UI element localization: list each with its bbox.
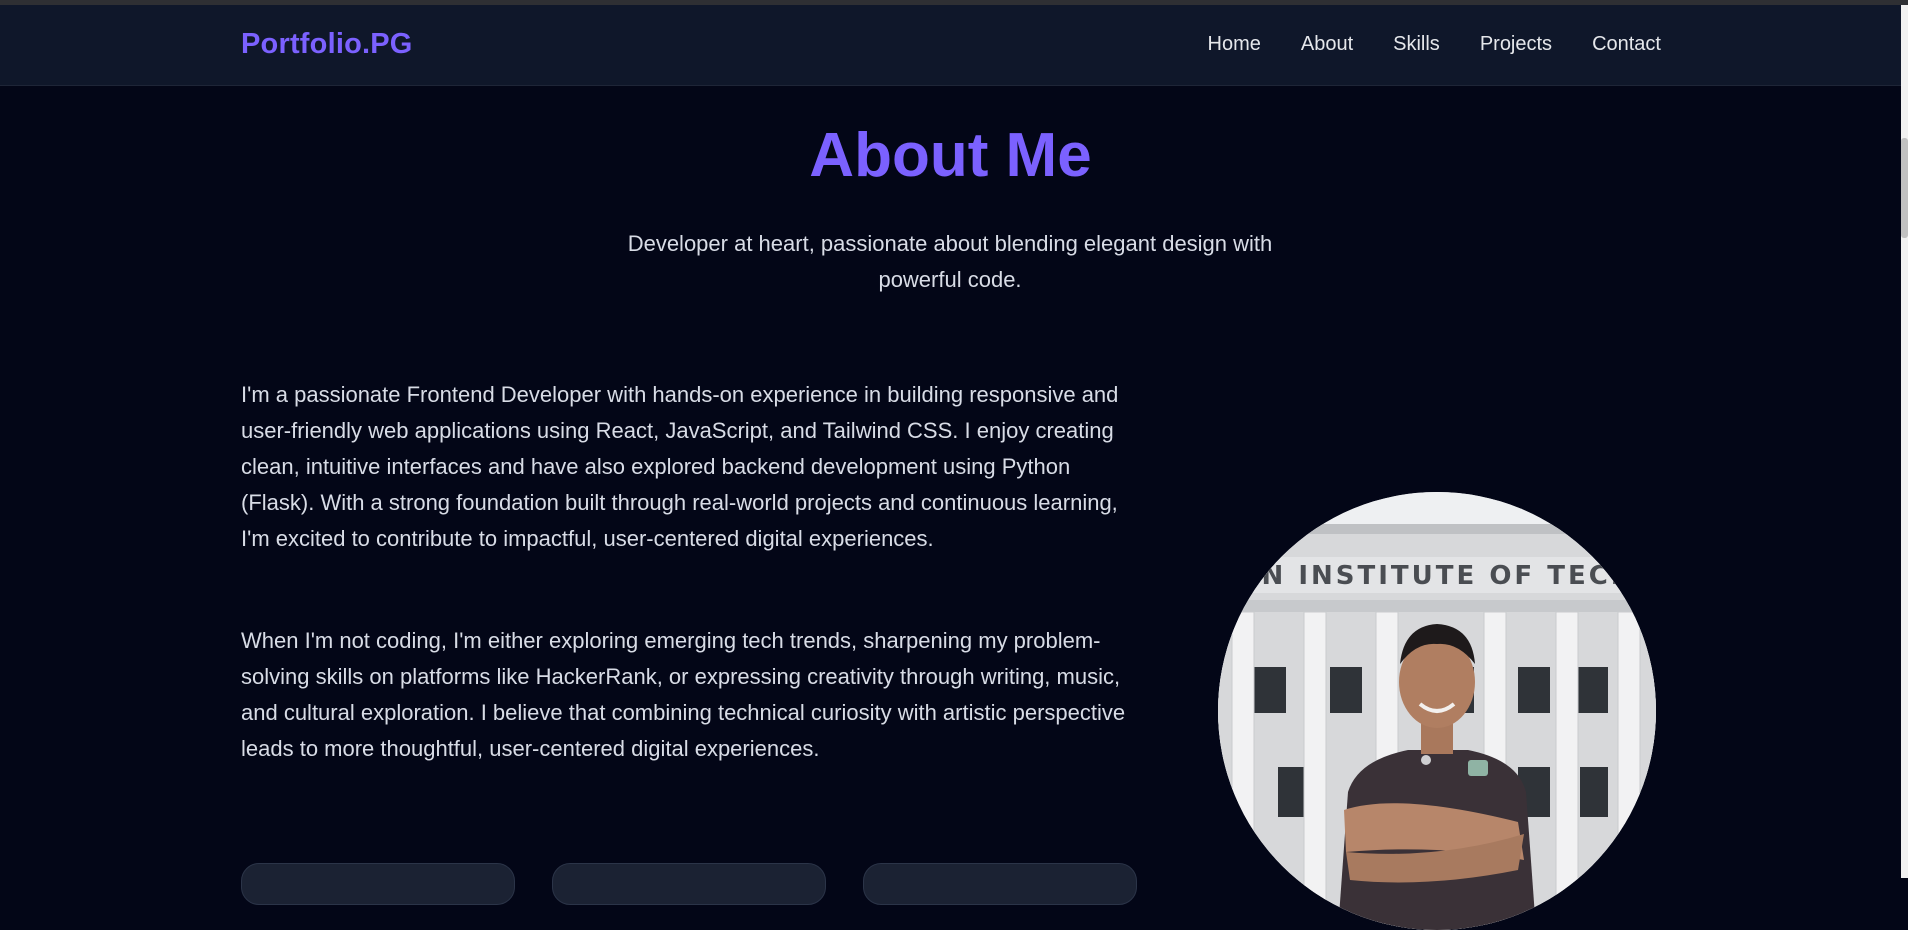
scrollbar-track[interactable] <box>1901 5 1908 878</box>
nav-link-contact[interactable]: Contact <box>1592 33 1661 56</box>
about-paragraph-2: When I'm not coding, I'm either explorin… <box>241 628 1126 761</box>
profile-photo: AN INSTITUTE OF TECH <box>1218 492 1656 930</box>
scrollbar-thumb[interactable] <box>1901 138 1908 238</box>
nav-link-home[interactable]: Home <box>1208 33 1261 56</box>
about-paragraph-1: I'm a passionate Frontend Developer with… <box>241 382 1119 551</box>
info-card-2 <box>552 863 826 905</box>
about-subtitle: Developer at heart, passionate about ble… <box>627 231 1273 292</box>
page-title: About Me <box>809 121 1092 190</box>
navbar: Portfolio.PG Home About Skills Projects … <box>0 5 1901 86</box>
nav-link-about[interactable]: About <box>1301 33 1353 56</box>
brand-logo[interactable]: Portfolio.PG <box>241 28 413 61</box>
info-card-3 <box>863 863 1137 905</box>
nav-link-projects[interactable]: Projects <box>1480 33 1552 56</box>
photo-sign-text: AN INSTITUTE OF TECH <box>1238 561 1635 591</box>
nav-link-skills[interactable]: Skills <box>1393 33 1440 56</box>
nav-links: Home About Skills Projects Contact <box>1208 33 1661 56</box>
info-card-1 <box>241 863 515 905</box>
